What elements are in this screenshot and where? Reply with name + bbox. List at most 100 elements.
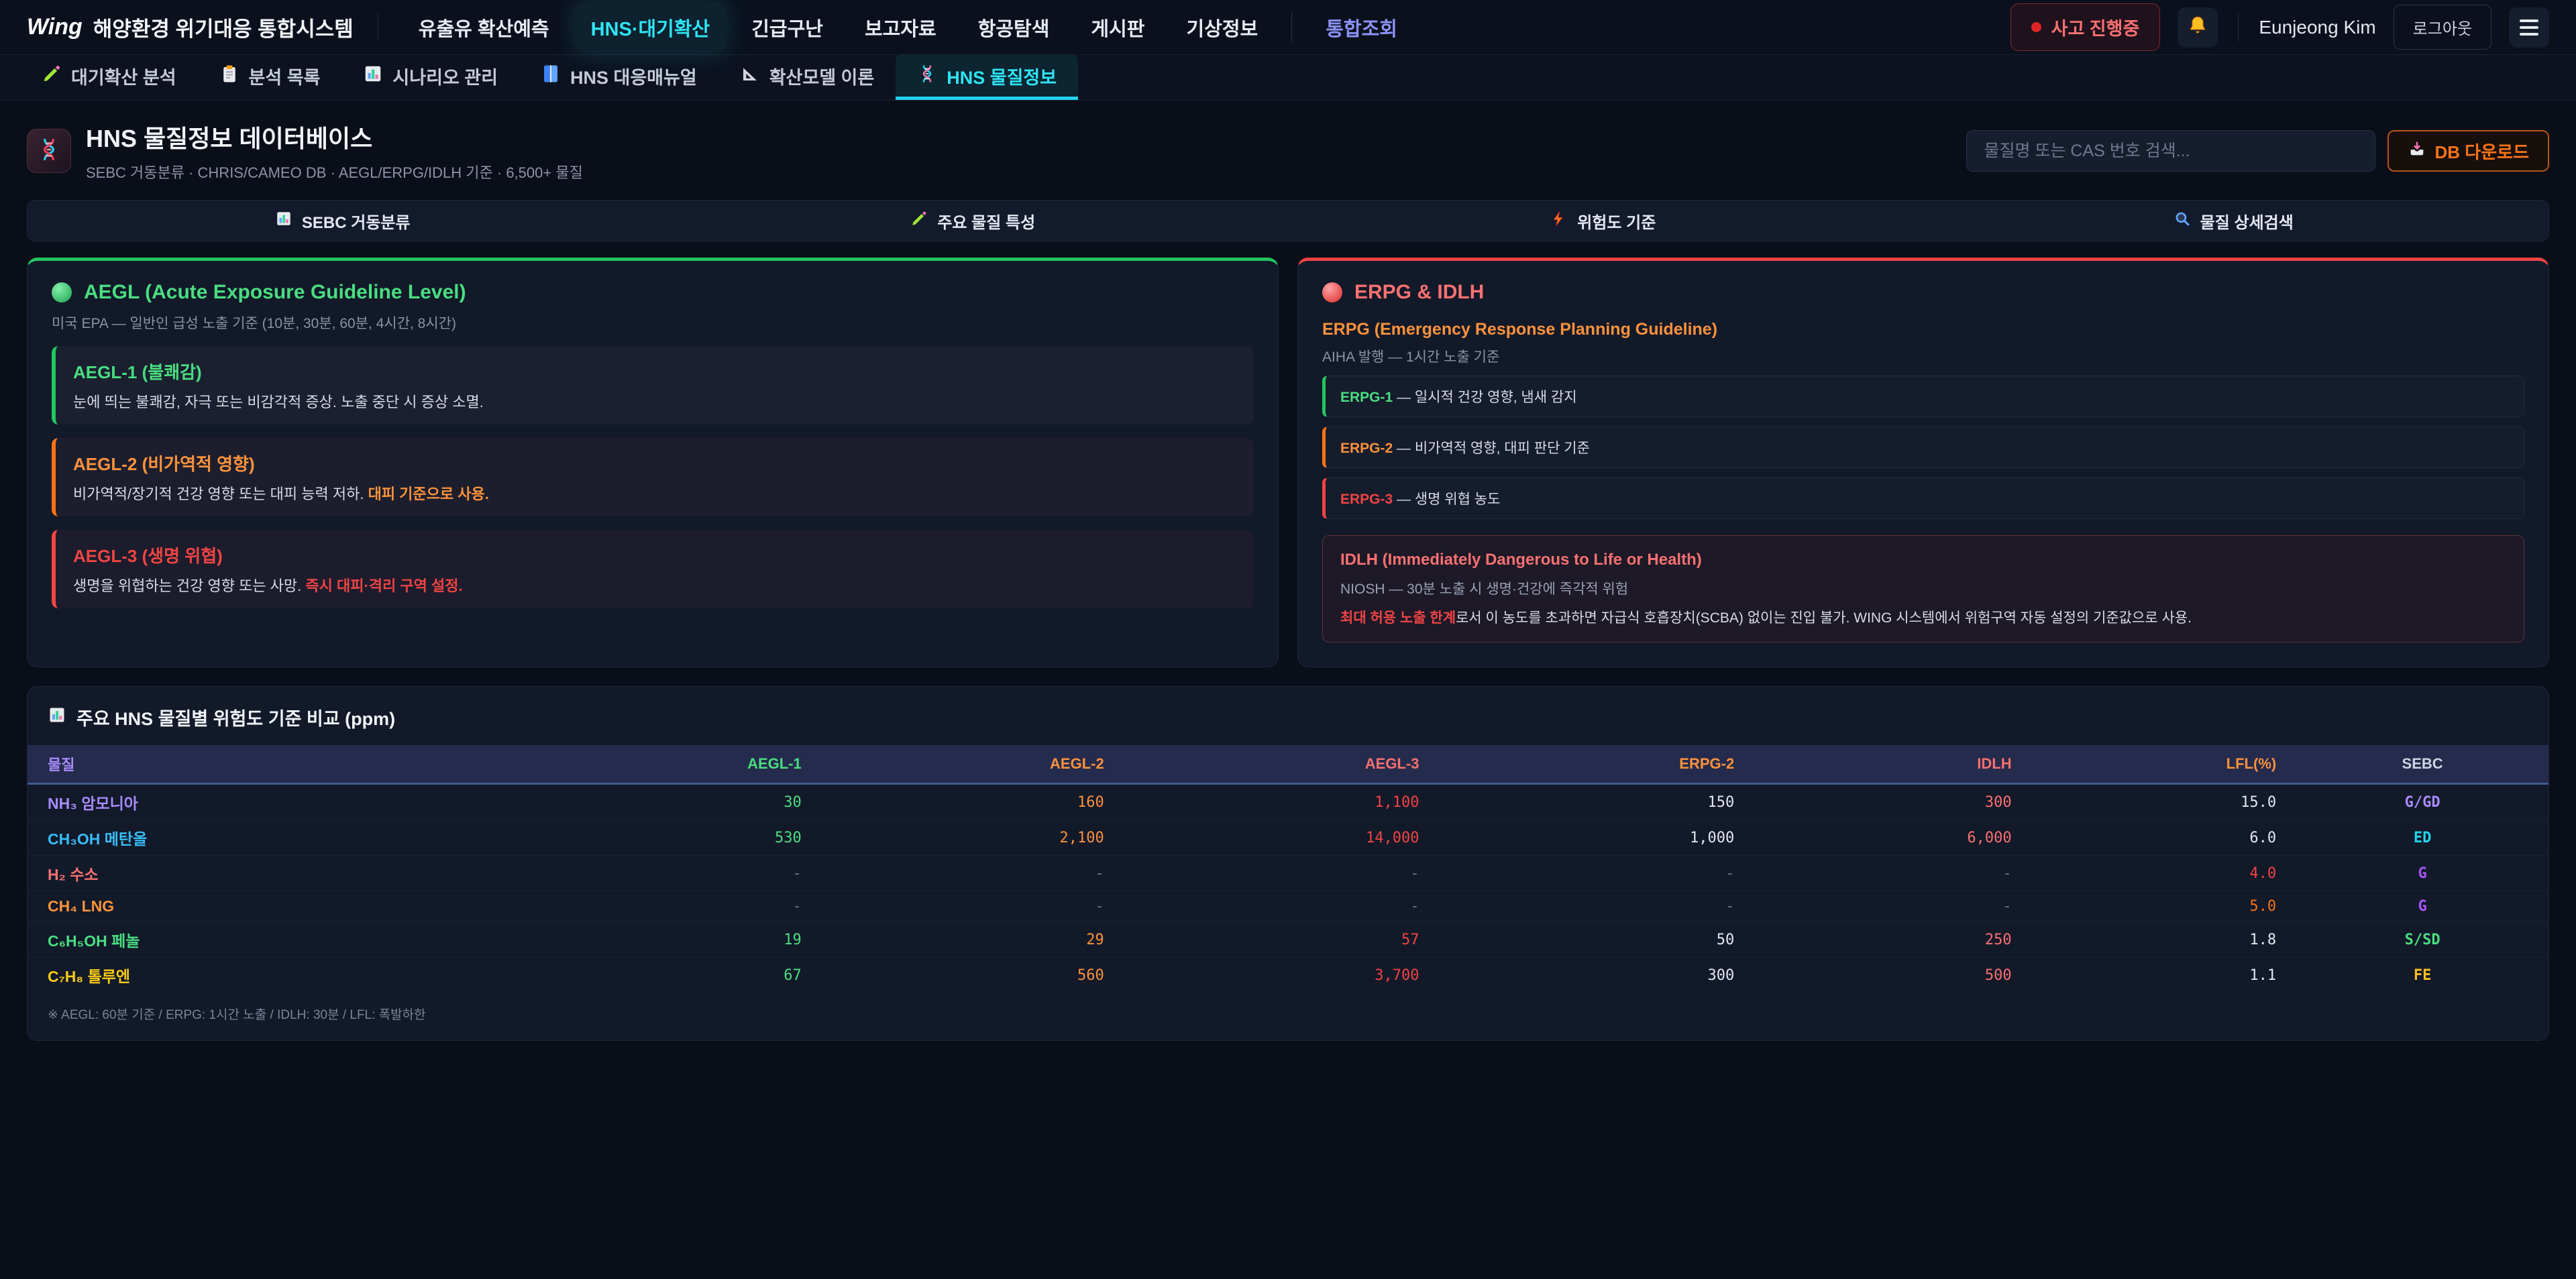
aegl2-value: - — [822, 891, 1124, 922]
idlh-value: 6,000 — [1754, 820, 2031, 856]
user-name: Eunjeong Kim — [2259, 17, 2375, 38]
substance-name: C₆H₅OH 페놀 — [28, 922, 557, 958]
aegl1-value: 30 — [557, 784, 822, 820]
tab-scenario-management[interactable]: 시나리오 관리 — [341, 55, 519, 100]
erpg2-value: 50 — [1439, 922, 1754, 958]
idlh-value: 250 — [1754, 922, 2031, 958]
notifications-button[interactable] — [2178, 7, 2218, 48]
sebc-class: G — [2296, 891, 2548, 922]
main-nav: 유출유 확산예측 HNS·대기확산 긴급구난 보고자료 항공탐색 게시판 기상정… — [402, 3, 1413, 52]
aegl1-value: 530 — [557, 820, 822, 856]
incident-status-badge[interactable]: 사고 진행중 — [2010, 3, 2161, 51]
ruler-icon — [740, 64, 760, 89]
aegl-panel-subtitle: 미국 EPA — 일반인 급성 노출 기준 (10분, 30분, 60분, 4시… — [52, 313, 1254, 333]
nav-item-weather[interactable]: 기상정보 — [1170, 3, 1274, 52]
divider — [1291, 12, 1292, 43]
topbar-right: 사고 진행중 Eunjeong Kim 로그아웃 — [2010, 3, 2549, 51]
section-nav-hazard-criteria[interactable]: 위험도 기준 — [1288, 201, 1919, 241]
menu-button[interactable] — [2509, 7, 2549, 48]
logout-button[interactable]: 로그아웃 — [2394, 5, 2491, 50]
aegl-1-title: AEGL-1 (불쾌감) — [73, 359, 1236, 384]
col-header-aegl3: AEGL-3 — [1124, 745, 1440, 784]
tab-dispersion-analysis[interactable]: 대기확산 분석 — [20, 55, 198, 100]
aegl3-value: - — [1124, 856, 1440, 891]
aegl2-value: 560 — [822, 958, 1124, 993]
aegl1-value: 67 — [557, 958, 822, 993]
tab-hns-manual[interactable]: HNS 대응매뉴얼 — [519, 55, 718, 100]
aegl-1-item: AEGL-1 (불쾌감) 눈에 띄는 불쾌감, 자극 또는 비감각적 증상. 노… — [52, 346, 1254, 425]
aegl-3-desc: 생명을 위협하는 건강 영향 또는 사망. 즉시 대피·격리 구역 설정. — [73, 574, 1236, 596]
section-nav-substance-properties[interactable]: 주요 물질 특성 — [658, 201, 1289, 241]
db-download-button[interactable]: DB 다운로드 — [2387, 130, 2549, 172]
aegl-1-desc: 눈에 띄는 불쾌감, 자극 또는 비감각적 증상. 노출 중단 시 증상 소멸. — [73, 390, 1236, 412]
table-row: CH₄ LNG - - - - - 5.0 G — [28, 891, 2548, 922]
page-icon-badge — [27, 129, 71, 173]
aegl2-value: 160 — [822, 784, 1124, 820]
clipboard-icon — [219, 64, 239, 89]
aegl-panel-title: AEGL (Acute Exposure Guideline Level) — [52, 281, 1254, 304]
tab-dispersion-model-theory[interactable]: 확산모델 이론 — [718, 55, 896, 100]
idlh-line2: 최대 허용 노출 한계로서 이 농도를 초과하면 자급식 호흡장치(SCBA) … — [1340, 607, 2506, 627]
table-footnote: ※ AEGL: 60분 기준 / ERPG: 1시간 노출 / IDLH: 30… — [28, 993, 2548, 1036]
idlh-value: 500 — [1754, 958, 2031, 993]
col-header-aegl1: AEGL-1 — [557, 745, 822, 784]
erpg2-value: 300 — [1439, 958, 1754, 993]
nav-item-hns-dispersion[interactable]: HNS·대기확산 — [575, 3, 727, 52]
nav-item-integrated-search[interactable]: 통합조회 — [1309, 3, 1413, 52]
nav-item-aerial-search[interactable]: 항공탐색 — [962, 3, 1066, 52]
erpg-section-subtitle: AIHA 발행 — 1시간 노출 기준 — [1322, 346, 2524, 366]
tab-hns-substance-info[interactable]: HNS 물질정보 — [896, 55, 1078, 100]
aegl3-value: 14,000 — [1124, 820, 1440, 856]
substance-name: NH₃ 암모니아 — [28, 784, 557, 820]
lfl-value: 4.0 — [2032, 856, 2297, 891]
logo-wordmark: Wing — [27, 14, 83, 40]
idlh-line1: NIOSH — 30분 노출 시 생명·건강에 즉각적 위험 — [1340, 578, 2506, 598]
col-header-erpg2: ERPG-2 — [1439, 745, 1754, 784]
sebc-class: ED — [2296, 820, 2548, 856]
page-subtitle: SEBC 거동분류 · CHRIS/CAMEO DB · AEGL/ERPG/I… — [86, 161, 583, 182]
substance-name: C₇H₈ 톨루엔 — [28, 958, 557, 993]
hazard-table-title: 주요 HNS 물질별 위험도 기준 비교 (ppm) — [28, 704, 2548, 745]
divider — [2238, 13, 2239, 42]
section-nav: SEBC 거동분류 주요 물질 특성 위험도 기준 물질 상세검색 — [27, 200, 2549, 241]
lightning-icon — [1550, 210, 1568, 232]
aegl-3-title: AEGL-3 (생명 위협) — [73, 543, 1236, 567]
tab-analysis-list[interactable]: 분석 목록 — [198, 55, 342, 100]
download-tray-icon — [2408, 140, 2426, 163]
col-header-idlh: IDLH — [1754, 745, 2031, 784]
aegl2-value: 2,100 — [822, 820, 1124, 856]
table-row: CH₃OH 메탄올 530 2,100 14,000 1,000 6,000 6… — [28, 820, 2548, 856]
idlh-value: - — [1754, 856, 2031, 891]
substance-name: CH₃OH 메탄올 — [28, 820, 557, 856]
nav-item-reports[interactable]: 보고자료 — [849, 3, 953, 52]
section-nav-substance-search[interactable]: 물질 상세검색 — [1919, 201, 2549, 241]
aegl-2-item: AEGL-2 (비가역적 영향) 비가역적/장기적 건강 영향 또는 대피 능력… — [52, 438, 1254, 516]
substance-search-input[interactable] — [1966, 130, 2375, 172]
app-logo: Wing 해양환경 위기대응 통합시스템 — [27, 12, 354, 42]
idlh-value: 300 — [1754, 784, 2031, 820]
hazard-table: 물질 AEGL-1 AEGL-2 AEGL-3 ERPG-2 IDLH LFL(… — [28, 745, 2548, 993]
lfl-value: 6.0 — [2032, 820, 2297, 856]
nav-item-board[interactable]: 게시판 — [1075, 3, 1161, 52]
criteria-panels: AEGL (Acute Exposure Guideline Level) 미국… — [27, 258, 2549, 667]
aegl-2-desc: 비가역적/장기적 건강 영향 또는 대피 능력 저하. 대피 기준으로 사용. — [73, 482, 1236, 504]
top-bar: Wing 해양환경 위기대응 통합시스템 유출유 확산예측 HNS·대기확산 긴… — [0, 0, 2576, 55]
section-nav-sebc-classification[interactable]: SEBC 거동분류 — [28, 201, 658, 241]
lfl-value: 1.1 — [2032, 958, 2297, 993]
substance-name: H₂ 수소 — [28, 856, 557, 891]
erpg-panel-title: ERPG & IDLH — [1322, 281, 2524, 304]
col-header-sebc: SEBC — [2296, 745, 2548, 784]
bar-chart-icon — [275, 210, 292, 232]
nav-item-oil-spill[interactable]: 유출유 확산예측 — [402, 3, 566, 52]
idlh-title: IDLH (Immediately Dangerous to Life or H… — [1340, 551, 2506, 569]
aegl-3-item: AEGL-3 (생명 위협) 생명을 위협하는 건강 영향 또는 사망. 즉시 … — [52, 530, 1254, 608]
bar-chart-icon — [48, 706, 66, 729]
magnifier-icon — [2174, 210, 2191, 232]
aegl1-value: - — [557, 856, 822, 891]
sebc-class: S/SD — [2296, 922, 2548, 958]
nav-item-rescue[interactable]: 긴급구난 — [735, 3, 839, 52]
erpg-2-item: ERPG-2 — 비가역적 영향, 대피 판단 기준 — [1322, 427, 2524, 468]
green-circle-icon — [52, 282, 72, 302]
bar-chart-icon — [363, 64, 383, 89]
hamburger-menu-icon — [2520, 19, 2538, 36]
